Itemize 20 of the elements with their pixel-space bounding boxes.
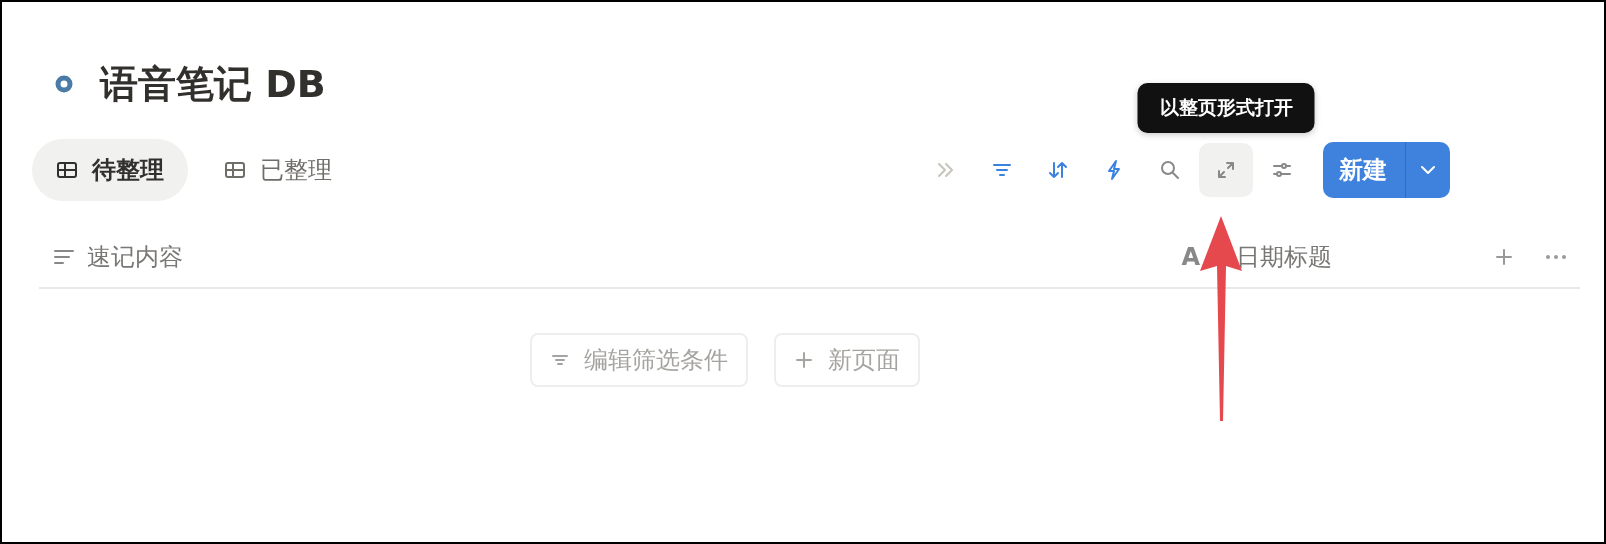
new-page-button[interactable]: 新页面 xyxy=(774,333,920,387)
tooltip: 以整页形式打开 xyxy=(1137,83,1315,133)
column-header[interactable]: 日期标题 xyxy=(1236,241,1332,273)
search-icon xyxy=(1159,159,1181,181)
plus-icon xyxy=(1494,247,1514,267)
database-title: 语音笔记 DB xyxy=(100,60,326,108)
table-icon xyxy=(56,160,78,180)
sort-icon xyxy=(1047,159,1069,181)
type-mark: A xyxy=(1181,243,1200,271)
table-icon xyxy=(224,160,246,180)
database-icon xyxy=(54,74,74,94)
view-tab[interactable]: 待整理 xyxy=(32,139,188,201)
view-tab[interactable]: 已整理 xyxy=(200,139,356,201)
expand-icon xyxy=(1215,159,1237,181)
dropdown-button[interactable] xyxy=(1406,142,1450,198)
column-header[interactable]: 速记内容 xyxy=(53,241,183,273)
plus-icon xyxy=(794,350,814,370)
edit-filter-button[interactable]: 编辑筛选条件 xyxy=(530,333,748,387)
new-button[interactable]: 新建 xyxy=(1323,142,1406,198)
lines-icon xyxy=(53,247,75,267)
